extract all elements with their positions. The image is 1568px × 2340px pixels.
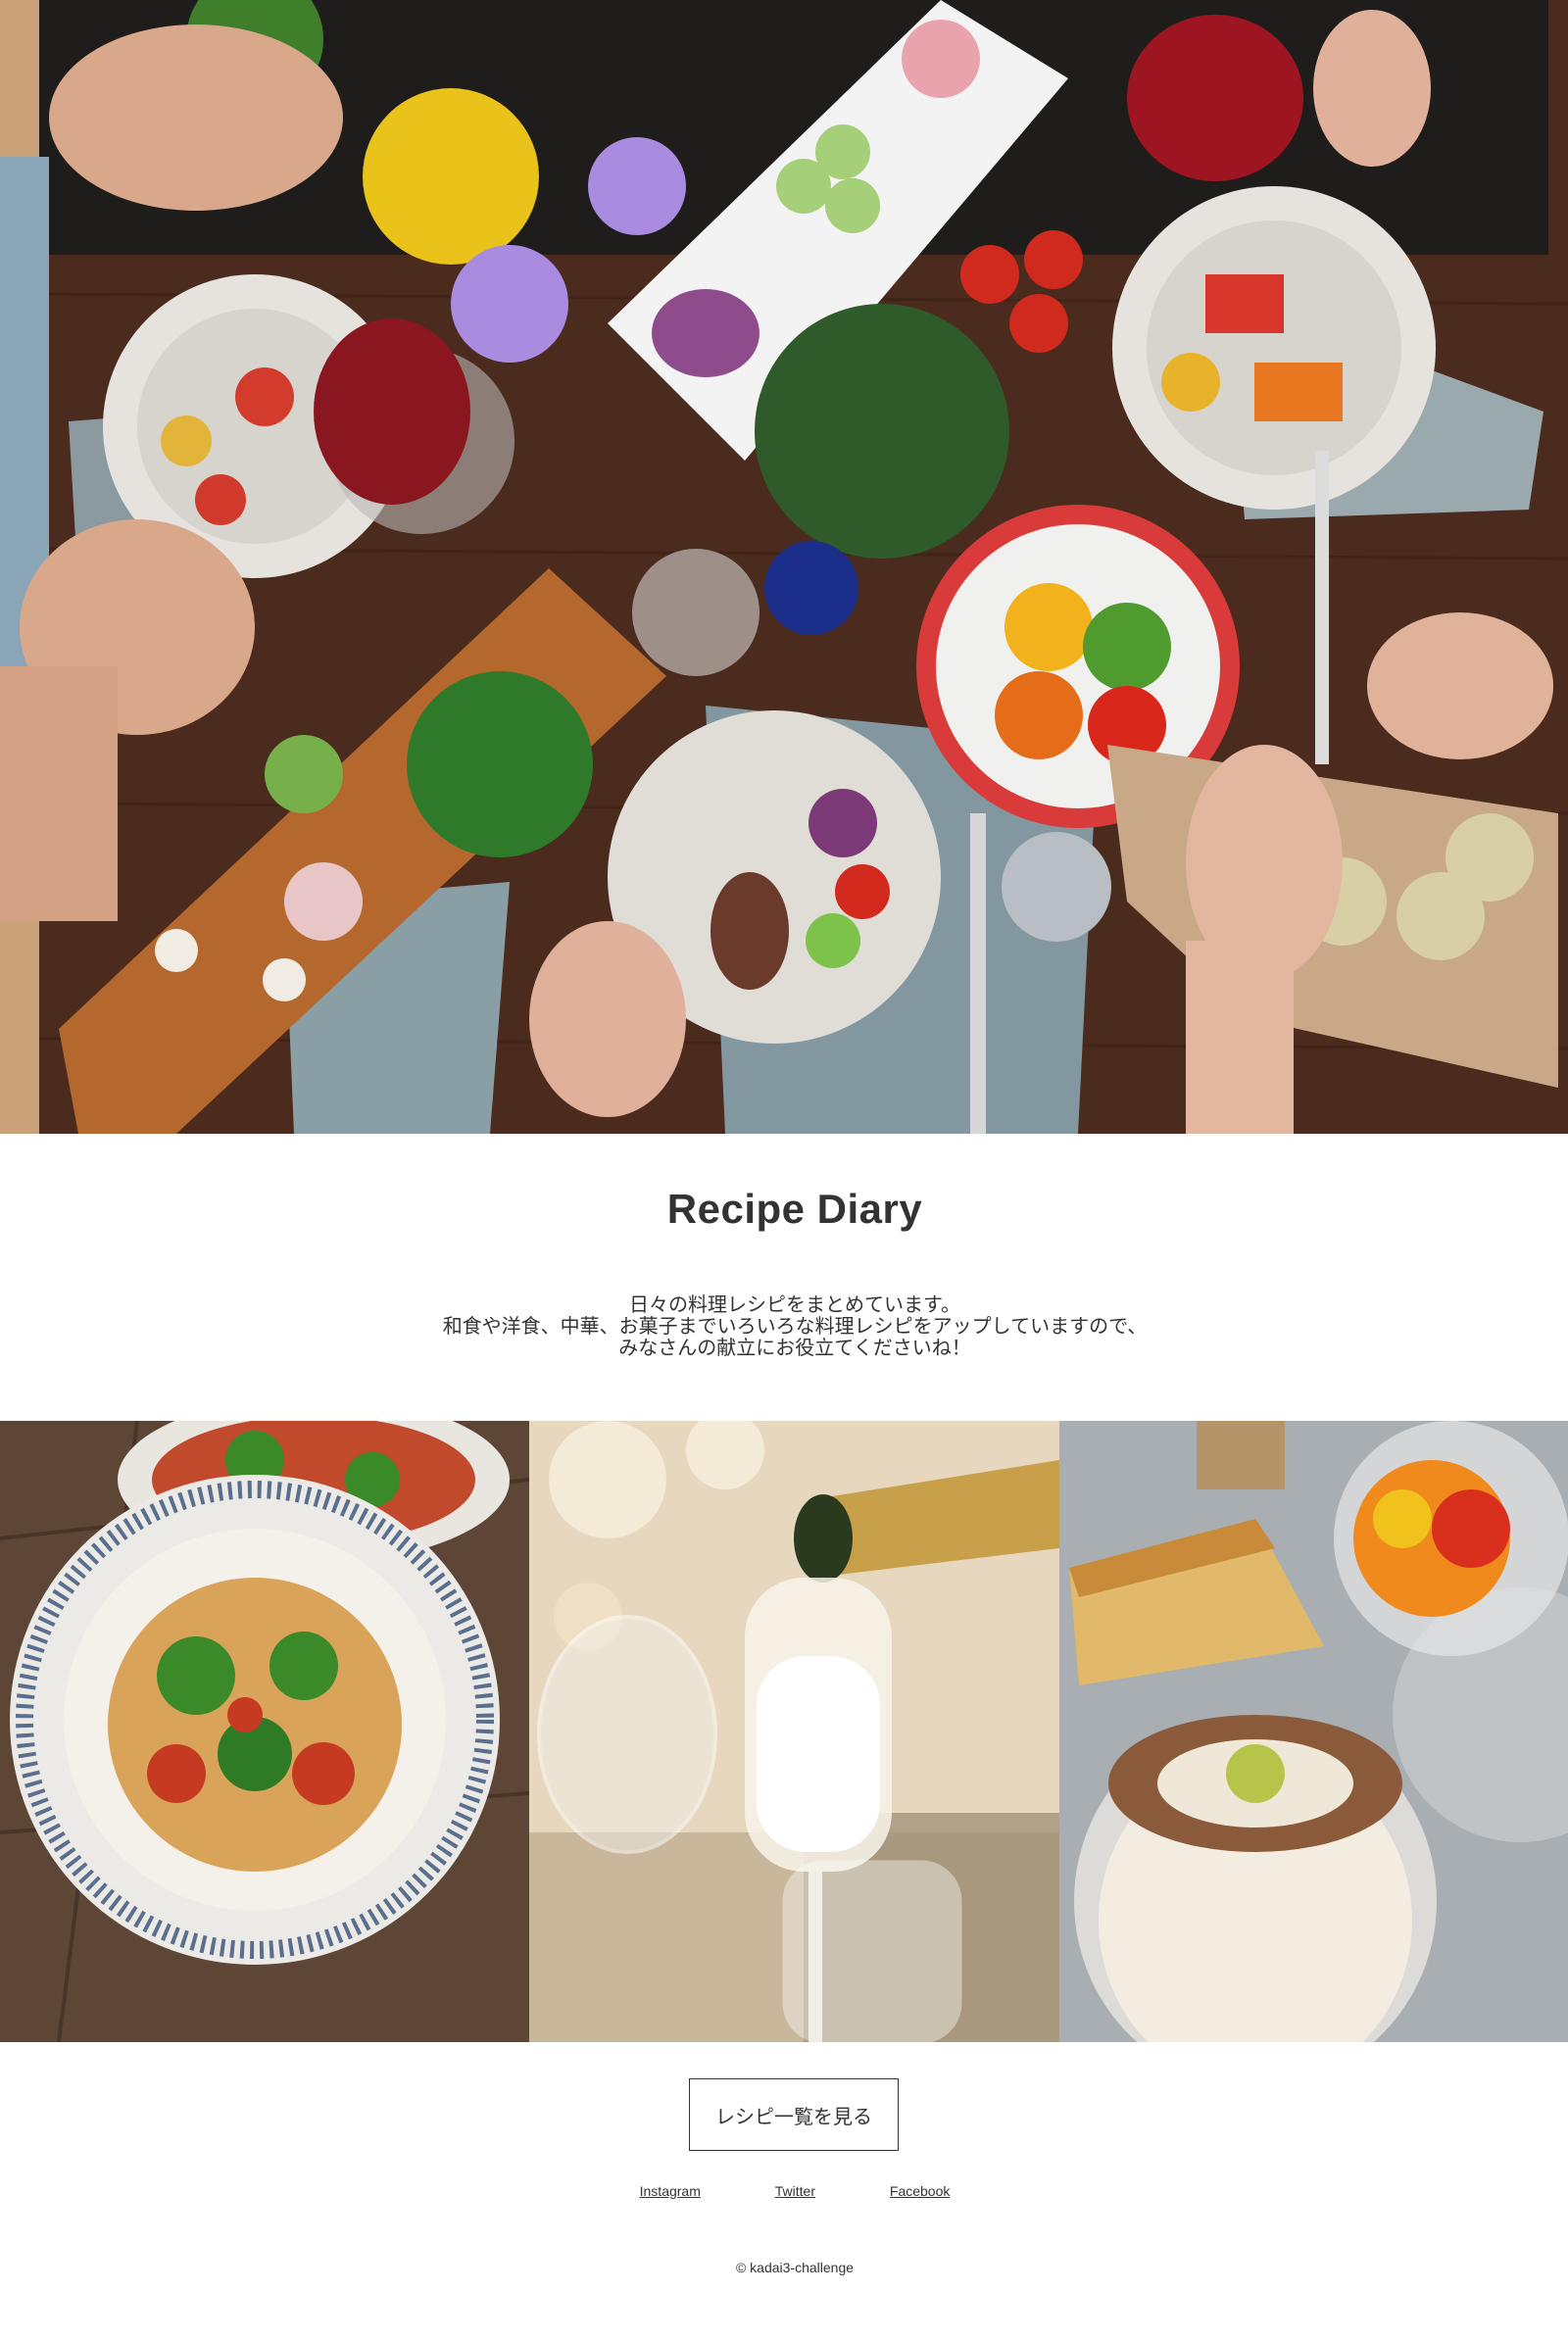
- intro-text: 日々の料理レシピをまとめています。 和食や洋食、中華、お菓子までいろいろな料理レ…: [0, 1293, 1568, 1358]
- intro-line: みなさんの献立にお役立てくださいね！: [618, 1336, 971, 1359]
- hero-image: [0, 0, 1568, 1134]
- intro-line: 和食や洋食、中華、お菓子までいろいろな料理レシピをアップしていますので、: [442, 1314, 1148, 1338]
- twitter-link[interactable]: Twitter: [775, 2183, 815, 2199]
- copyright: © kadai3-challenge: [735, 2260, 855, 2275]
- dessert-image: [1059, 1421, 1568, 2042]
- pasta-image: [0, 1421, 529, 2042]
- social-links: Instagram Twitter Facebook: [0, 2183, 1568, 2199]
- facebook-link[interactable]: Facebook: [890, 2183, 950, 2199]
- gallery: [0, 1421, 1568, 2042]
- champagne-image: [529, 1421, 1059, 2042]
- intro-line: 日々の料理レシピをまとめています。: [629, 1292, 960, 1316]
- instagram-link[interactable]: Instagram: [640, 2183, 701, 2199]
- recipe-list-button[interactable]: レシピ一覧を見る: [689, 2078, 899, 2151]
- page-title: Recipe Diary: [666, 1186, 923, 1232]
